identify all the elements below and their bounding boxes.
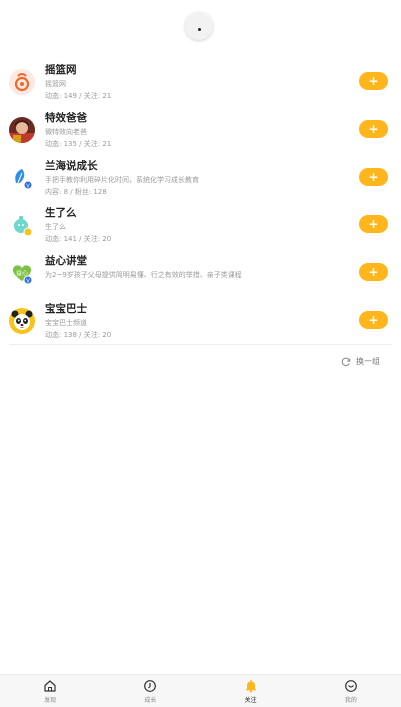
tab-discover[interactable]: 发现 bbox=[0, 675, 100, 707]
bell-icon bbox=[244, 679, 258, 693]
list-item[interactable]: 生了么 生了么 动态: 141 / 关注: 20 + bbox=[0, 200, 401, 248]
account-name[interactable]: 特效爸爸 bbox=[45, 110, 87, 125]
smile-icon bbox=[344, 679, 358, 693]
account-desc: 宝宝巴士频道 bbox=[45, 318, 87, 327]
account-name[interactable]: 摇篮网 bbox=[45, 62, 77, 77]
tab-label: 我的 bbox=[344, 697, 357, 704]
follow-page: 摇篮网 摇篮网 动态: 149 / 关注: 21 + 特效爸爸 微特效向老爸 动… bbox=[0, 0, 401, 707]
home-icon bbox=[43, 679, 57, 693]
follow-button[interactable]: + bbox=[359, 72, 388, 90]
list-item[interactable]: 摇篮网 摇篮网 动态: 149 / 关注: 21 + bbox=[0, 57, 401, 105]
account-stats: 内容: 8 / 粉丝: 128 bbox=[45, 187, 107, 196]
divider bbox=[9, 344, 392, 345]
account-name[interactable]: 兰海说成长 bbox=[45, 158, 98, 173]
refresh-button[interactable]: 换一组 bbox=[341, 356, 380, 367]
loading-dot bbox=[197, 27, 201, 31]
svg-text:益心: 益心 bbox=[16, 269, 28, 277]
account-stats: 动态: 135 / 关注: 21 bbox=[45, 139, 112, 148]
svg-text:V: V bbox=[26, 278, 30, 284]
account-desc: 为2~9岁孩子父母提供简明易懂、行之有效的举措、亲子类课程 bbox=[45, 271, 242, 280]
list-item[interactable]: 益心 V 益心讲堂 为2~9岁孩子父母提供简明易懂、行之有效的举措、亲子类课程 … bbox=[0, 248, 401, 296]
tab-following[interactable]: 关注 bbox=[201, 675, 301, 707]
bottom-tab-bar: 发现 成长 关注 我的 bbox=[0, 674, 401, 707]
loading-indicator bbox=[185, 12, 213, 40]
svg-text:V: V bbox=[26, 183, 30, 189]
tab-mine[interactable]: 我的 bbox=[301, 675, 401, 707]
account-stats: 动态: 138 / 关注: 20 bbox=[45, 330, 112, 339]
tab-label: 发现 bbox=[44, 697, 57, 704]
list-item[interactable]: V 兰海说成长 手把手教你利用碎片化时间，系统化学习成长教育 内容: 8 / 粉… bbox=[0, 153, 401, 201]
refresh-label: 换一组 bbox=[356, 357, 380, 366]
follow-button[interactable]: + bbox=[359, 215, 388, 234]
recommended-account-list: 摇篮网 摇篮网 动态: 149 / 关注: 21 + 特效爸爸 微特效向老爸 动… bbox=[0, 57, 401, 344]
account-desc: 手把手教你利用碎片化时间，系统化学习成长教育 bbox=[45, 175, 199, 184]
account-name[interactable]: 宝宝巴士 bbox=[45, 301, 87, 316]
refresh-icon bbox=[341, 357, 351, 367]
panda-icon[interactable] bbox=[9, 307, 35, 334]
account-desc: 微特效向老爸 bbox=[45, 127, 87, 136]
follow-button[interactable]: + bbox=[359, 119, 388, 138]
blue-leaf-icon[interactable]: V bbox=[9, 164, 35, 191]
account-name[interactable]: 益心讲堂 bbox=[45, 253, 87, 268]
account-desc: 生了么 bbox=[45, 223, 66, 232]
account-stats: 动态: 149 / 关注: 21 bbox=[45, 92, 112, 100]
tab-growth[interactable]: 成长 bbox=[100, 675, 200, 707]
baby-bottle-icon[interactable] bbox=[9, 212, 35, 239]
follow-button[interactable]: + bbox=[359, 263, 388, 282]
follow-button[interactable]: + bbox=[359, 167, 388, 186]
tab-label: 关注 bbox=[244, 697, 257, 704]
tab-label: 成长 bbox=[144, 697, 157, 704]
person-photo-icon[interactable] bbox=[9, 116, 35, 143]
clock-icon bbox=[143, 679, 157, 693]
follow-button[interactable]: + bbox=[359, 310, 388, 329]
yaolan-logo-icon[interactable] bbox=[9, 69, 35, 95]
green-heart-icon[interactable]: 益心 V bbox=[9, 260, 35, 287]
list-item[interactable]: 特效爸爸 微特效向老爸 动态: 135 / 关注: 21 + bbox=[0, 105, 401, 153]
list-item[interactable]: 宝宝巴士 宝宝巴士频道 动态: 138 / 关注: 20 + bbox=[0, 296, 401, 344]
account-stats: 动态: 141 / 关注: 20 bbox=[45, 235, 112, 244]
account-desc: 摇篮网 bbox=[45, 80, 66, 88]
account-name[interactable]: 生了么 bbox=[45, 205, 77, 220]
